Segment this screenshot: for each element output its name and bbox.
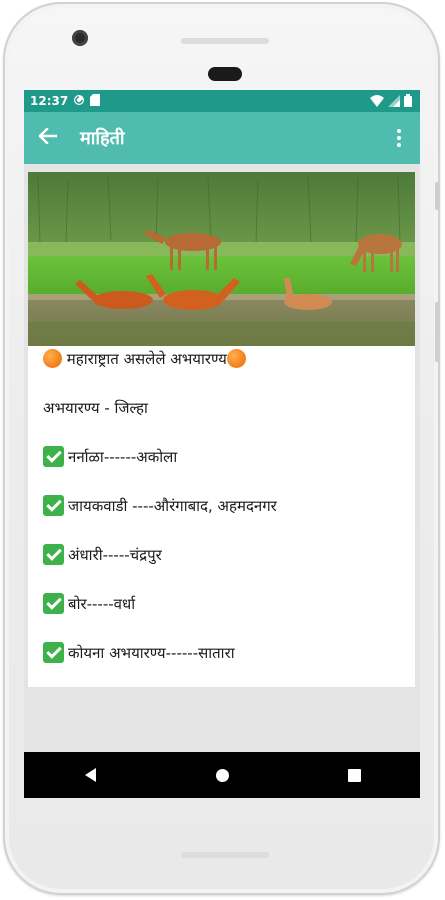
check-mark-icon xyxy=(43,446,64,467)
arrow-left-icon xyxy=(38,127,58,148)
list-item-text: बोर-----वर्धा xyxy=(68,595,136,613)
deer-meadow-image xyxy=(28,172,415,346)
earpiece-speaker xyxy=(208,67,242,81)
hero-image xyxy=(28,172,415,346)
list-subheading: अभयारण्य - जिल्हा xyxy=(43,399,148,417)
list-item: जायकवाडी ----औरंगाबाद, अहमदनगर xyxy=(43,494,408,518)
screen: 12:37 माहिती महाराष्ट्रात असलेले अभयारण्… xyxy=(24,90,420,798)
phone-volume-button xyxy=(435,302,440,362)
check-mark-icon xyxy=(43,544,64,565)
navigation-bar xyxy=(24,752,420,798)
check-mark-icon xyxy=(43,593,64,614)
top-slot xyxy=(181,38,269,44)
recents-square-icon xyxy=(347,768,361,782)
orange-circle-icon xyxy=(43,349,62,368)
app-bar: माहिती xyxy=(24,112,420,164)
page-title: माहिती xyxy=(80,128,125,149)
nav-recents-button[interactable] xyxy=(324,752,384,798)
nav-home-button[interactable] xyxy=(192,752,252,798)
list-item: नर्नाळा------अकोला xyxy=(43,445,408,469)
phone-side-button xyxy=(435,182,440,210)
list-item: अंधारी-----चंद्रपुर xyxy=(43,543,408,567)
heading-text: महाराष्ट्रात असलेले अभयारण्य xyxy=(66,350,227,368)
sanctuary-list: महाराष्ट्रात असलेले अभयारण्य अभयारण्य - … xyxy=(43,346,408,665)
bottom-slot xyxy=(181,852,269,858)
status-time: 12:37 xyxy=(30,94,69,108)
list-heading: महाराष्ट्रात असलेले अभयारण्य xyxy=(43,347,408,371)
nav-back-button[interactable] xyxy=(60,752,120,798)
more-vert-icon xyxy=(397,129,401,133)
wifi-icon xyxy=(370,94,384,110)
list-item-text: कोयना अभयारण्य------सातारा xyxy=(68,644,235,662)
back-triangle-icon xyxy=(84,768,96,782)
sync-icon xyxy=(73,94,85,109)
check-mark-icon xyxy=(43,642,64,663)
sd-card-icon xyxy=(90,93,101,109)
battery-icon xyxy=(404,94,412,110)
home-circle-icon xyxy=(215,768,229,782)
front-camera xyxy=(72,30,88,46)
list-item: कोयना अभयारण्य------सातारा xyxy=(43,641,408,665)
back-button[interactable] xyxy=(24,112,72,164)
list-item: बोर-----वर्धा xyxy=(43,592,408,616)
status-bar: 12:37 xyxy=(24,90,420,112)
content-card: महाराष्ट्रात असलेले अभयारण्य अभयारण्य - … xyxy=(28,172,415,687)
orange-circle-icon xyxy=(226,349,246,368)
list-item-text: जायकवाडी ----औरंगाबाद, अहमदनगर xyxy=(68,497,277,515)
list-item-text: अंधारी-----चंद्रपुर xyxy=(68,546,162,564)
check-mark-icon xyxy=(43,495,64,516)
signal-icon xyxy=(388,94,400,110)
overflow-menu-button[interactable] xyxy=(384,112,414,164)
list-item-text: नर्नाळा------अकोला xyxy=(68,448,178,466)
